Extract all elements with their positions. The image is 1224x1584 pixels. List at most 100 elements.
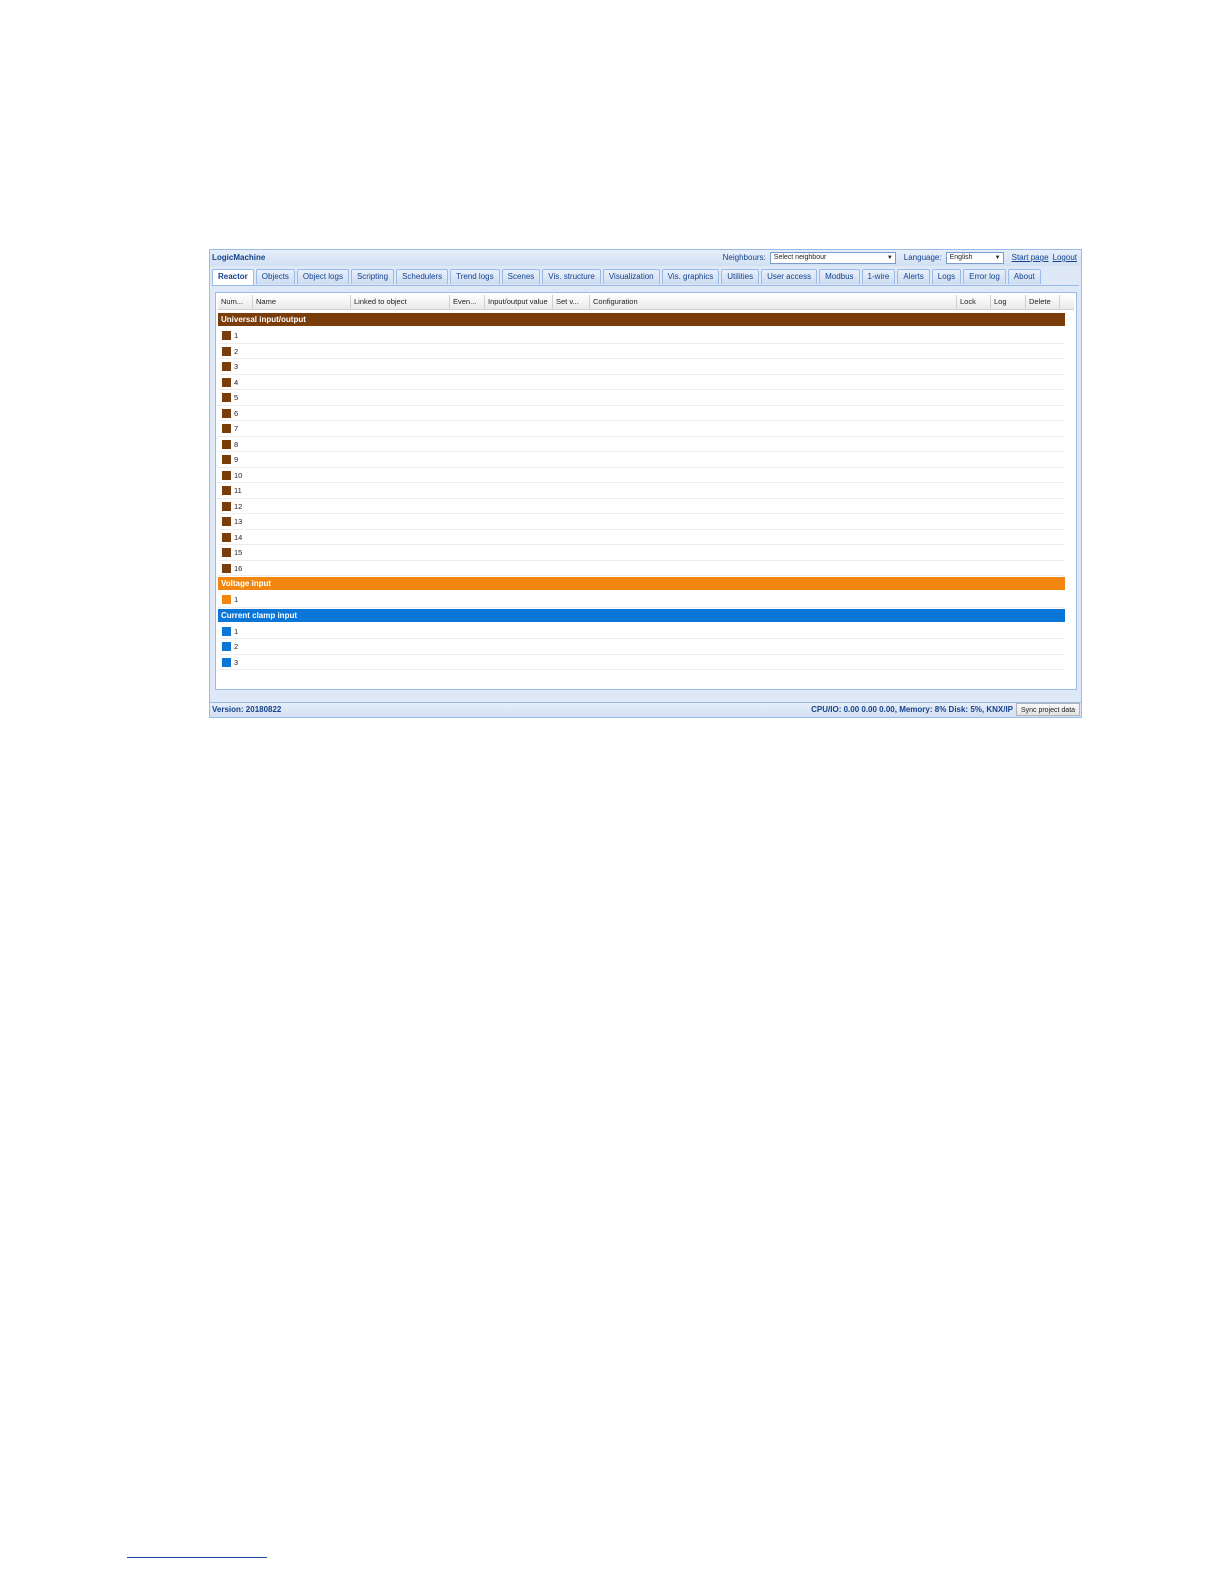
row-number: 2 — [234, 642, 239, 651]
group-header[interactable]: Voltage input — [218, 577, 1065, 590]
row-number: 11 — [234, 486, 242, 495]
tab-about[interactable]: About — [1007, 269, 1041, 284]
language-label: Language: — [903, 253, 942, 262]
color-swatch — [222, 439, 231, 449]
tab-trend-logs[interactable]: Trend logs — [450, 269, 500, 284]
color-swatch — [222, 362, 231, 371]
row-number: 8 — [234, 439, 239, 449]
row-number: 14 — [234, 532, 243, 542]
table-row[interactable]: 16 — [218, 561, 1065, 576]
chevron-down-icon: ▼ — [886, 255, 893, 261]
table-row[interactable]: 1 — [218, 328, 1065, 344]
color-swatch — [222, 377, 231, 387]
column-header-name[interactable]: Name — [253, 295, 351, 309]
table-row[interactable]: 9 — [218, 452, 1065, 468]
table-row[interactable]: 13 — [218, 514, 1065, 530]
grid-header: Num... Name Linked to object Even... Input/o… — [218, 295, 1074, 310]
color-swatch — [222, 657, 231, 667]
color-swatch — [222, 517, 231, 526]
tab-reactor[interactable]: Reactor — [212, 269, 254, 285]
group-header[interactable]: Universal input/output — [218, 313, 1065, 326]
row-number: 16 — [234, 563, 243, 573]
column-header-lock[interactable]: Lock — [957, 295, 991, 309]
row-number: 4 — [234, 377, 239, 387]
tab-vis-structure[interactable]: Vis. structure — [542, 269, 601, 284]
tab-logs[interactable]: Logs — [931, 269, 962, 284]
column-header-linked-to-object[interactable]: Linked to object — [351, 295, 450, 309]
column-header-input-output-value[interactable]: Input/output value — [485, 295, 553, 309]
table-row[interactable]: 10 — [218, 468, 1065, 483]
column-header-set-v[interactable]: Set v... — [553, 295, 590, 309]
column-header-num[interactable]: Num... — [218, 295, 253, 309]
system-info-text: CPU/IO: 0.00 0.00 0.00, Memory: 8% Disk:… — [811, 705, 1013, 714]
language-select-value: English — [949, 254, 973, 261]
tab-user-access[interactable]: User access — [761, 269, 818, 284]
row-number: 15 — [234, 548, 243, 557]
table-row[interactable]: 14 — [218, 530, 1065, 545]
column-header-even[interactable]: Even... — [450, 295, 485, 309]
color-swatch — [222, 595, 231, 604]
logicmachine-window: LogicMachine Neighbours: Select neighbou… — [209, 249, 1082, 718]
table-row[interactable]: 3 — [218, 359, 1065, 375]
neighbours-label: Neighbours: — [722, 253, 766, 262]
tab-scenes[interactable]: Scenes — [501, 269, 541, 284]
table-row[interactable]: 5 — [218, 390, 1065, 406]
table-row[interactable]: 11 — [218, 483, 1065, 499]
tab-objects[interactable]: Objects — [255, 269, 295, 284]
table-row[interactable]: 8 — [218, 437, 1065, 452]
tab-1-wire[interactable]: 1-wire — [861, 269, 896, 284]
table-row[interactable]: 15 — [218, 545, 1065, 561]
version-text: Version: 20180822 — [212, 705, 282, 714]
chevron-down-icon: ▼ — [994, 255, 1001, 261]
top-bar: LogicMachine Neighbours: Select neighbou… — [210, 250, 1081, 266]
neighbours-select-value: Select neighbour — [773, 254, 827, 261]
tab-modbus[interactable]: Modbus — [819, 269, 860, 284]
tab-error-log[interactable]: Error log — [963, 269, 1006, 284]
table-row[interactable]: 12 — [218, 499, 1065, 514]
app-title: LogicMachine — [212, 253, 266, 262]
color-swatch — [222, 486, 231, 495]
tab-schedulers[interactable]: Schedulers — [396, 269, 449, 284]
table-row[interactable]: 1 — [218, 624, 1065, 639]
row-number: 2 — [234, 346, 239, 356]
color-swatch — [222, 346, 231, 356]
start-page-link[interactable]: Start page — [1012, 250, 1049, 266]
row-number: 1 — [234, 626, 239, 636]
table-row[interactable]: 1 — [218, 592, 1065, 608]
row-number: 9 — [234, 455, 239, 464]
tab-utilities[interactable]: Utilities — [721, 269, 760, 284]
color-swatch — [222, 642, 231, 651]
neighbours-select[interactable]: Select neighbour ▼ — [769, 252, 896, 264]
row-number: 7 — [234, 424, 239, 433]
row-number: 1 — [234, 331, 239, 340]
tab-scripting[interactable]: Scripting — [350, 269, 395, 284]
row-number: 10 — [234, 470, 243, 480]
language-select[interactable]: English ▼ — [945, 252, 1004, 264]
top-right-controls: Neighbours: Select neighbour ▼ Language:… — [723, 250, 1077, 266]
table-row[interactable]: 3 — [218, 655, 1065, 670]
tab-alerts[interactable]: Alerts — [897, 269, 930, 284]
table-row[interactable]: 4 — [218, 375, 1065, 390]
page-underline — [127, 1557, 267, 1558]
logout-link[interactable]: Logout — [1053, 250, 1077, 266]
tab-vis-graphics[interactable]: Vis. graphics — [661, 269, 720, 284]
tab-visualization[interactable]: Visualization — [602, 269, 660, 284]
table-row[interactable]: 7 — [218, 421, 1065, 437]
table-row[interactable]: 2 — [218, 344, 1065, 359]
column-header-log[interactable]: Log — [991, 295, 1026, 309]
group-header[interactable]: Current clamp input — [218, 608, 1065, 622]
column-header-configuration[interactable]: Configuration — [590, 295, 957, 309]
color-swatch — [222, 532, 231, 542]
color-swatch — [222, 424, 231, 433]
color-swatch — [222, 470, 231, 480]
table-row[interactable]: 2 — [218, 639, 1065, 655]
color-swatch — [222, 393, 231, 402]
column-header-delete[interactable]: Delete — [1026, 295, 1060, 309]
sync-project-data-button[interactable]: Sync project data — [1016, 703, 1080, 716]
table-row[interactable]: 6 — [218, 406, 1065, 421]
tab-object-logs[interactable]: Object logs — [296, 269, 349, 284]
color-swatch — [222, 501, 231, 511]
row-number: 3 — [234, 362, 239, 371]
row-number: 5 — [234, 393, 239, 402]
color-swatch — [222, 455, 231, 464]
